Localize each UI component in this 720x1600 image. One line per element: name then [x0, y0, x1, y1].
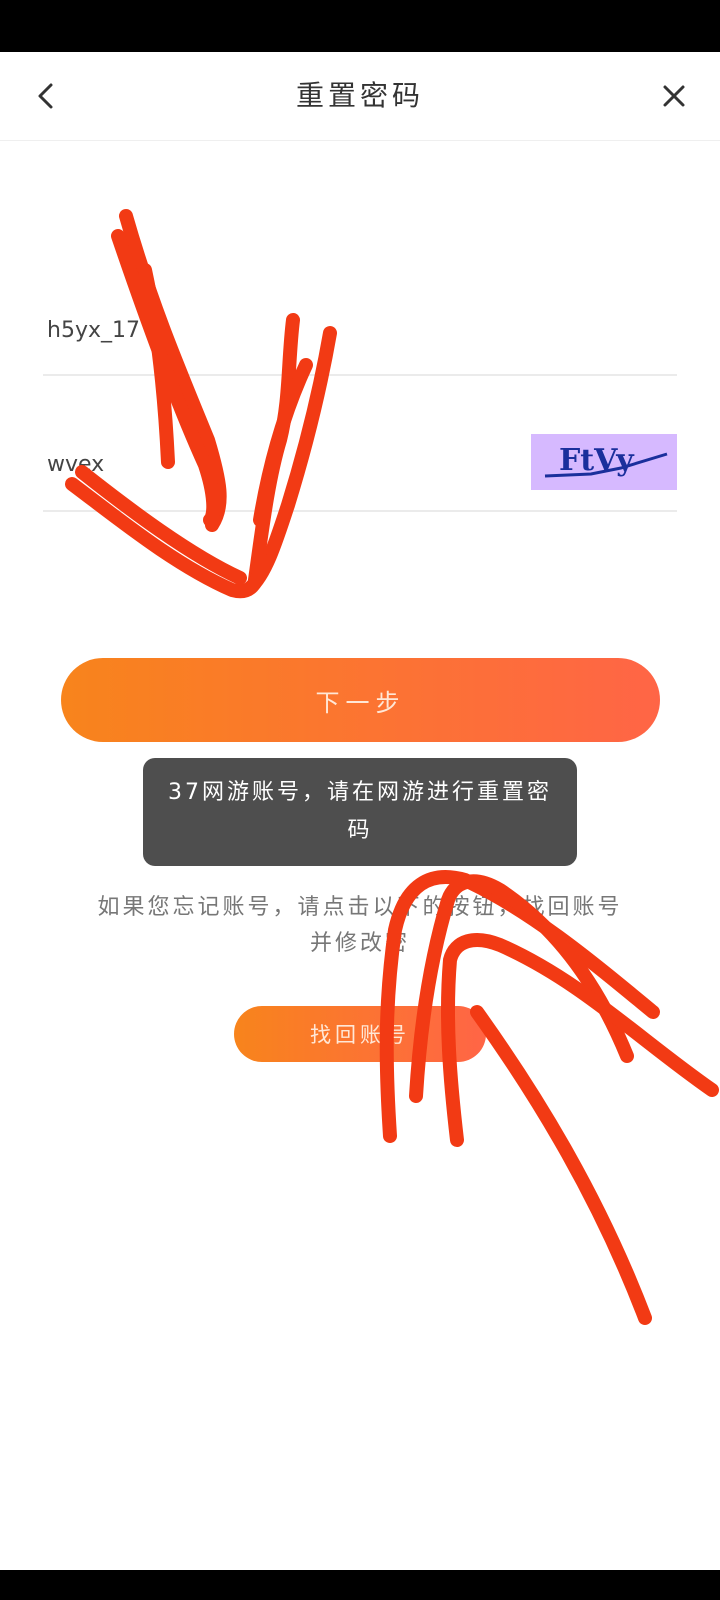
- close-icon: [663, 85, 685, 107]
- next-step-button[interactable]: 下一步: [61, 658, 660, 742]
- captcha-graphic: FtVy: [544, 443, 668, 478]
- captcha-field-row: FtVy: [43, 430, 677, 512]
- account-field-row: [43, 300, 677, 376]
- forgot-account-hint: 如果您忘记账号，请点击以下的按钮，找回账号并修改密: [97, 895, 623, 956]
- header: 重置密码: [0, 52, 720, 141]
- toast-message: 37网游账号，请在网游进行重置密码: [143, 758, 577, 866]
- status-bar: [0, 0, 720, 52]
- captcha-image[interactable]: FtVy: [531, 434, 677, 490]
- chevron-left-icon: [38, 83, 53, 109]
- close-button[interactable]: [648, 70, 700, 122]
- find-account-button[interactable]: 找回账号: [234, 1006, 486, 1062]
- page-title: 重置密码: [295, 79, 424, 112]
- system-nav-bar: [0, 1570, 720, 1600]
- captcha-input[interactable]: [43, 440, 511, 488]
- back-button[interactable]: [20, 70, 72, 122]
- account-input[interactable]: [43, 306, 511, 354]
